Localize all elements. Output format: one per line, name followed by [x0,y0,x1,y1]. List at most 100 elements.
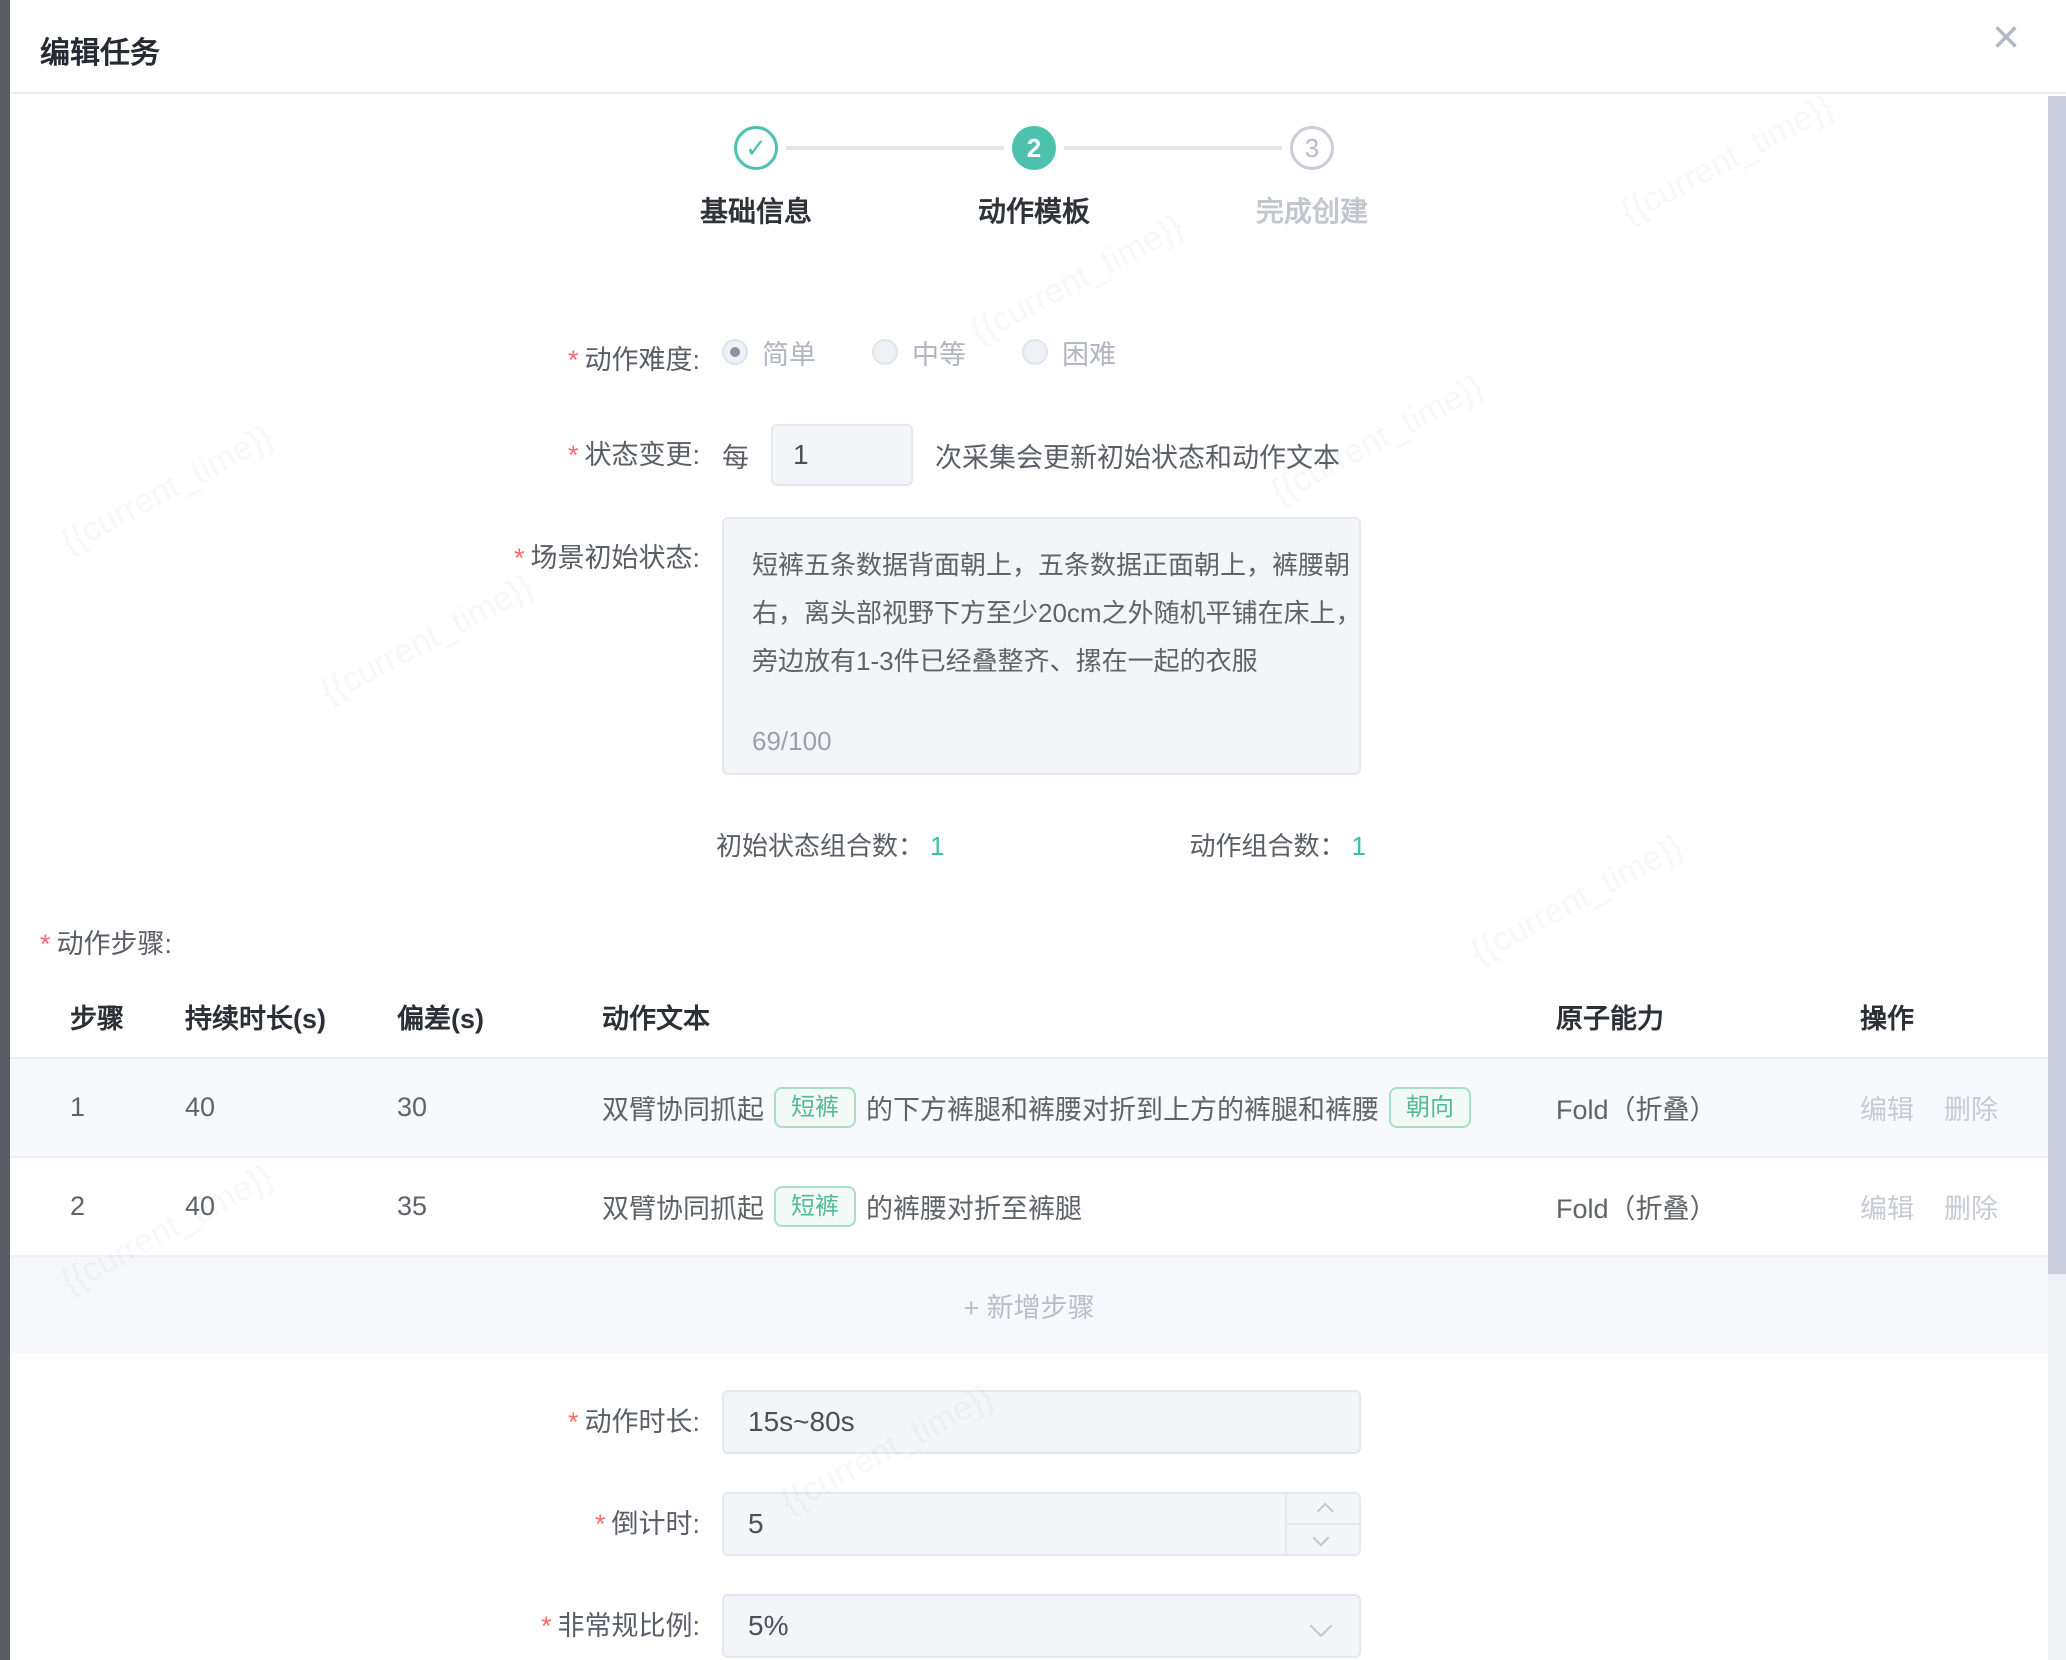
difficulty-radio-group: 简单 中等 困难 [722,330,1172,374]
step-3-label: 完成创建 [1202,190,1422,230]
required-asterisk: * [40,929,51,959]
action-text-segment: 双臂协同抓起 [602,1088,764,1127]
scrollbar[interactable] [2048,96,2066,1660]
spinner-down-button[interactable] [1287,1525,1359,1554]
cell-action-text: 双臂协同抓起 短裤 的裤腰对折至裤腿 [602,1186,1556,1227]
edit-link[interactable]: 编辑 [1860,1088,1914,1127]
countdown-input[interactable]: 5 [722,1492,1361,1556]
initial-combo: 初始状态组合数：1 [716,826,944,863]
cell-ability: Fold（折叠） [1556,1187,1860,1226]
radio-selected-icon [722,339,748,365]
difficulty-label-text: 动作难度: [584,345,700,375]
action-text-segment: 双臂协同抓起 [602,1187,764,1226]
object-tag: 短裤 [774,1186,856,1227]
watermark: {{current_time}} [315,567,540,711]
required-asterisk: * [568,345,579,375]
action-steps-label-text: 动作步骤: [57,929,173,959]
cell-step: 2 [70,1191,185,1222]
required-asterisk: * [568,1407,579,1437]
radio-difficulty-medium[interactable]: 中等 [872,333,966,372]
duration-input[interactable]: 15s~80s [722,1390,1361,1454]
watermark: {{current_time}} [1615,87,1840,231]
cell-duration: 40 [185,1191,397,1222]
radio-label: 简单 [762,333,816,372]
col-header-action-text: 动作文本 [602,997,1556,1036]
state-change-count-input[interactable]: 1 [771,424,913,486]
character-counter: 69/100 [752,726,832,757]
col-header-operation: 操作 [1860,997,2048,1036]
cell-operations: 编辑 删除 [1860,1088,2048,1127]
radio-icon [872,339,898,365]
cell-operations: 编辑 删除 [1860,1187,2048,1226]
required-asterisk: * [595,1509,606,1539]
countdown-spinner [1285,1494,1359,1554]
col-header-step: 步骤 [70,997,185,1036]
action-steps-table: 步骤 持续时长(s) 偏差(s) 动作文本 原子能力 操作 1 40 30 双臂… [10,975,2048,1353]
initial-combo-value: 1 [930,831,944,861]
step-2-number: 2 [1027,133,1041,164]
combo-counts: 初始状态组合数：1 动作组合数：1 [716,826,1366,863]
action-combo-label: 动作组合数： [1190,831,1346,861]
required-asterisk: * [568,440,579,470]
countdown-label-text: 倒计时: [611,1509,700,1539]
cell-duration: 40 [185,1092,397,1123]
radio-icon [1022,339,1048,365]
dialog-title: 编辑任务 [40,28,160,72]
initial-state-label: *场景初始状态: [10,536,700,575]
modal: {{current_time}} {{current_time}} {{curr… [10,0,2066,1660]
step-1-indicator: ✓ [734,126,778,170]
step-2-indicator: 2 [1012,126,1056,170]
step-3-indicator: 3 [1290,126,1334,170]
edit-link[interactable]: 编辑 [1860,1187,1914,1226]
action-text-segment: 的下方裤腿和裤腰对折到上方的裤腿和裤腰 [866,1088,1379,1127]
object-tag: 短裤 [774,1087,856,1128]
delete-link[interactable]: 删除 [1944,1187,1998,1226]
col-header-duration: 持续时长(s) [185,997,397,1036]
action-combo: 动作组合数：1 [1190,826,1366,863]
step-2-label: 动作模板 [924,190,1144,230]
state-change-suffix: 次采集会更新初始状态和动作文本 [935,436,1340,475]
textarea-line: 短裤五条数据背面朝上，五条数据正面朝上，裤腰朝 [752,541,1331,589]
duration-label-text: 动作时长: [584,1407,700,1437]
table-row: 1 40 30 双臂协同抓起 短裤 的下方裤腿和裤腰对折到上方的裤腿和裤腰 朝向… [10,1059,2048,1158]
cell-step: 1 [70,1092,185,1123]
dialog-header: 编辑任务 × [10,0,2066,94]
required-asterisk: * [541,1611,552,1641]
state-change-controls: 每 1 次采集会更新初始状态和动作文本 [722,424,1340,486]
cell-offset: 35 [397,1191,602,1222]
radio-label: 困难 [1062,333,1116,372]
unusual-ratio-value: 5% [748,1610,788,1642]
close-icon[interactable]: × [1992,14,2020,62]
cell-offset: 30 [397,1092,602,1123]
add-step-button[interactable]: + 新增步骤 [10,1257,2048,1353]
spinner-up-button[interactable] [1287,1494,1359,1525]
radio-label: 中等 [912,333,966,372]
chevron-down-icon [1310,1615,1333,1638]
action-combo-value: 1 [1352,831,1366,861]
check-icon: ✓ [745,133,767,164]
countdown-value: 5 [748,1508,764,1540]
radio-difficulty-hard[interactable]: 困难 [1022,333,1116,372]
cell-action-text: 双臂协同抓起 短裤 的下方裤腿和裤腰对折到上方的裤腿和裤腰 朝向 [602,1087,1556,1128]
scrollbar-thumb[interactable] [2048,96,2066,1274]
initial-combo-label: 初始状态组合数： [716,831,924,861]
state-change-label: *状态变更: [10,424,700,486]
initial-state-textarea[interactable]: 短裤五条数据背面朝上，五条数据正面朝上，裤腰朝 右，离头部视野下方至少20cm之… [722,517,1361,775]
unusual-ratio-select[interactable]: 5% [722,1594,1361,1658]
unusual-ratio-label: *非常规比例: [10,1594,700,1658]
delete-link[interactable]: 删除 [1944,1088,1998,1127]
state-change-prefix: 每 [722,436,749,475]
table-header-row: 步骤 持续时长(s) 偏差(s) 动作文本 原子能力 操作 [10,975,2048,1059]
state-change-label-text: 状态变更: [584,440,700,470]
chevron-down-icon [1312,1529,1329,1546]
step-3-number: 3 [1305,133,1319,164]
radio-difficulty-easy[interactable]: 简单 [722,333,816,372]
stepper-connector [1064,146,1282,150]
page-backdrop [0,0,10,1660]
required-asterisk: * [514,543,525,573]
edit-task-dialog: {{current_time}} {{current_time}} {{curr… [0,0,2066,1660]
unusual-ratio-label-text: 非常规比例: [557,1611,700,1641]
table-row: 2 40 35 双臂协同抓起 短裤 的裤腰对折至裤腿 Fold（折叠） 编辑 删… [10,1158,2048,1257]
stepper-connector [786,146,1004,150]
cell-ability: Fold（折叠） [1556,1088,1860,1127]
